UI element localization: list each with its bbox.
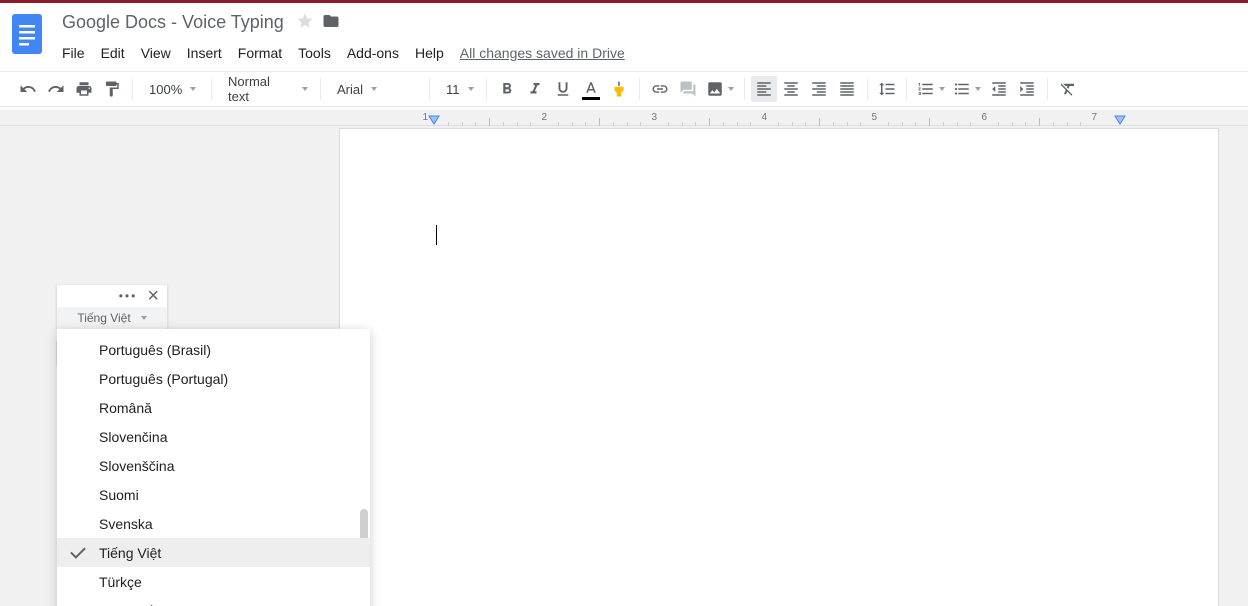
toolbar-separator — [744, 78, 745, 100]
menu-view[interactable]: View — [133, 41, 179, 65]
close-icon[interactable]: × — [147, 289, 159, 303]
toolbar-separator — [211, 78, 212, 100]
print-button[interactable] — [70, 76, 98, 102]
star-icon[interactable] — [290, 12, 314, 33]
redo-button[interactable] — [42, 76, 70, 102]
language-option[interactable]: Ελληνικά — [57, 596, 370, 606]
align-right-button[interactable] — [805, 76, 833, 102]
menu-edit[interactable]: Edit — [93, 41, 133, 65]
document-canvas: 1234567 ••• × Tiếng Việt Português (Bras… — [0, 110, 1248, 606]
insert-image-button[interactable] — [702, 76, 738, 102]
toolbar-separator — [1047, 78, 1048, 100]
toolbar-separator — [320, 78, 321, 100]
insert-link-button[interactable] — [646, 76, 674, 102]
caret-icon — [371, 87, 377, 91]
caret-icon — [302, 87, 308, 91]
toolbar-separator — [906, 78, 907, 100]
language-option[interactable]: Română — [57, 393, 370, 422]
caret-icon — [728, 87, 734, 91]
language-option[interactable]: Suomi — [57, 480, 370, 509]
page[interactable] — [339, 128, 1219, 606]
menu-file[interactable]: File — [56, 41, 93, 65]
decrease-indent-button[interactable] — [985, 76, 1013, 102]
paint-format-button[interactable] — [98, 76, 126, 102]
underline-button[interactable] — [549, 76, 577, 102]
highlight-color-button[interactable] — [605, 76, 633, 102]
align-center-button[interactable] — [777, 76, 805, 102]
font-size-dropdown[interactable]: 11 — [436, 76, 480, 102]
language-option[interactable]: Tiếng Việt — [57, 538, 370, 567]
language-option[interactable]: Slovenščina — [57, 451, 370, 480]
toolbar-separator — [639, 78, 640, 100]
caret-icon — [939, 87, 945, 91]
save-status[interactable]: All changes saved in Drive — [460, 45, 625, 61]
folder-icon[interactable] — [314, 12, 340, 33]
font-family-value: Arial — [337, 82, 363, 97]
italic-button[interactable] — [521, 76, 549, 102]
document-title[interactable]: Google Docs - Voice Typing — [56, 12, 290, 33]
docs-app-icon[interactable] — [10, 10, 46, 58]
language-option[interactable]: Slovenčina — [57, 422, 370, 451]
toolbar-separator — [867, 78, 868, 100]
menu-format[interactable]: Format — [230, 41, 290, 65]
bulleted-list-button[interactable] — [949, 76, 985, 102]
voice-language-menu: Português (Brasil)Português (Portugal)Ro… — [57, 329, 370, 606]
menu-insert[interactable]: Insert — [179, 41, 230, 65]
line-spacing-button[interactable] — [874, 76, 900, 102]
toolbar-separator — [429, 78, 430, 100]
font-family-dropdown[interactable]: Arial — [327, 76, 423, 102]
menubar: File Edit View Insert Format Tools Add-o… — [56, 41, 1238, 65]
voice-typing-panel[interactable]: ••• × Tiếng Việt — [57, 285, 167, 329]
menu-tools[interactable]: Tools — [290, 41, 339, 65]
menu-help[interactable]: Help — [407, 41, 452, 65]
clear-formatting-button[interactable] — [1054, 76, 1082, 102]
insert-comment-button[interactable] — [674, 76, 702, 102]
zoom-value: 100% — [149, 82, 182, 97]
caret-icon — [190, 87, 196, 91]
voice-language-dropdown[interactable]: Tiếng Việt — [57, 307, 167, 329]
text-cursor — [436, 225, 437, 245]
align-justify-button[interactable] — [833, 76, 861, 102]
paragraph-style-value: Normal text — [228, 74, 294, 104]
bold-button[interactable] — [493, 76, 521, 102]
caret-icon — [975, 87, 981, 91]
increase-indent-button[interactable] — [1013, 76, 1041, 102]
header: Google Docs - Voice Typing File Edit Vie… — [0, 3, 1248, 65]
font-size-value: 11 — [446, 82, 460, 97]
toolbar-separator — [486, 78, 487, 100]
toolbar: 100% Normal text Arial 11 — [0, 71, 1248, 107]
text-color-button[interactable] — [577, 76, 605, 102]
paragraph-style-dropdown[interactable]: Normal text — [218, 76, 314, 102]
language-option[interactable]: Türkçe — [57, 567, 370, 596]
caret-icon — [141, 316, 147, 320]
right-indent-marker[interactable] — [1114, 115, 1126, 125]
align-button[interactable] — [751, 76, 777, 102]
undo-button[interactable] — [14, 76, 42, 102]
menu-addons[interactable]: Add-ons — [339, 41, 407, 65]
language-option[interactable]: Português (Brasil) — [57, 335, 370, 364]
more-options-icon[interactable]: ••• — [119, 289, 138, 303]
caret-icon — [468, 87, 474, 91]
first-line-indent-marker[interactable] — [428, 115, 440, 125]
language-option[interactable]: Português (Portugal) — [57, 364, 370, 393]
language-option[interactable]: Svenska — [57, 509, 370, 538]
zoom-dropdown[interactable]: 100% — [139, 76, 205, 102]
toolbar-separator — [132, 78, 133, 100]
horizontal-ruler[interactable]: 1234567 — [0, 110, 1248, 126]
numbered-list-button[interactable] — [913, 76, 949, 102]
voice-language-label: Tiếng Việt — [77, 311, 130, 325]
